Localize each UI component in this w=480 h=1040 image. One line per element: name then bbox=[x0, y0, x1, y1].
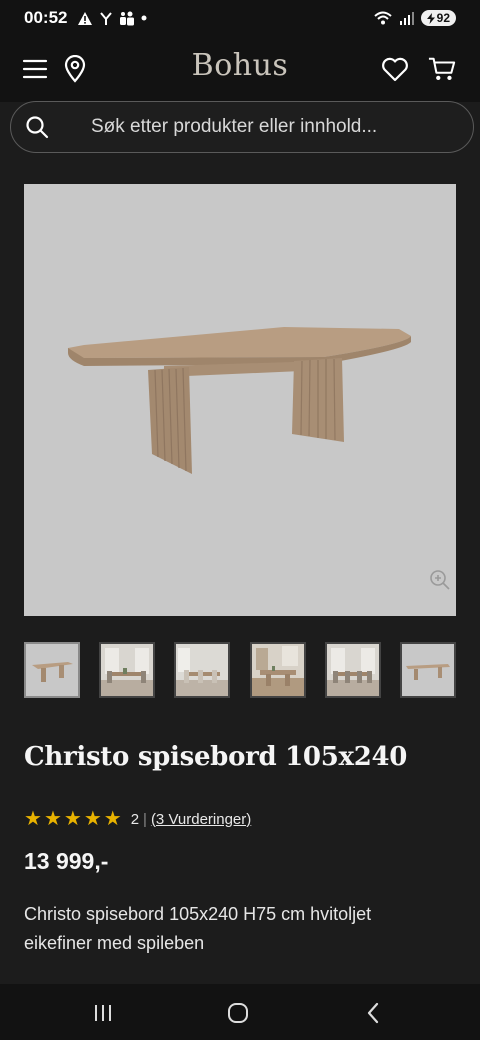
star-icon: ★ bbox=[103, 808, 122, 830]
star-rating: ★ ★ ★ ★ ★ bbox=[24, 809, 122, 829]
recent-apps-icon[interactable] bbox=[90, 1000, 116, 1026]
home-icon[interactable] bbox=[225, 1000, 251, 1026]
star-icon: ★ bbox=[24, 808, 42, 830]
thumbnail-6[interactable] bbox=[399, 642, 456, 698]
star-icon: ★ bbox=[83, 808, 102, 830]
heart-icon[interactable] bbox=[381, 55, 409, 83]
product-main-image[interactable] bbox=[24, 184, 456, 616]
star-icon: ★ bbox=[43, 808, 62, 830]
search-icon[interactable] bbox=[25, 115, 49, 139]
search-bar[interactable] bbox=[10, 101, 474, 153]
zoom-icon[interactable] bbox=[428, 568, 452, 592]
thumbnail-4[interactable] bbox=[249, 642, 306, 698]
teams-icon bbox=[120, 11, 135, 25]
antenna-icon bbox=[100, 11, 113, 25]
cart-icon[interactable] bbox=[428, 55, 456, 83]
notification-icons bbox=[77, 11, 147, 26]
status-bar: 00:52 92 bbox=[0, 0, 480, 36]
reviews-link[interactable]: (3 Vurderinger) bbox=[151, 811, 251, 828]
system-nav-bar bbox=[0, 984, 480, 1040]
thumbnail-5[interactable] bbox=[324, 642, 381, 698]
signal-icon bbox=[399, 12, 414, 25]
battery-level: 92 bbox=[436, 11, 450, 25]
product-description: Christo spisebord 105x240 H75 cm hvitolj… bbox=[24, 904, 372, 953]
thumbnail-3[interactable] bbox=[174, 642, 231, 698]
search-input[interactable] bbox=[91, 116, 451, 138]
rating-separator: | bbox=[143, 810, 147, 828]
warning-icon bbox=[78, 11, 93, 25]
status-right: 92 bbox=[373, 10, 456, 26]
product-price: 13 999,- bbox=[24, 848, 109, 874]
table-illustration bbox=[67, 327, 411, 474]
rating-row: ★ ★ ★ ★ ★ 2 | (3 Vurderinger) bbox=[24, 809, 251, 829]
thumbnail-strip bbox=[24, 642, 456, 698]
product-title: Christo spisebord 105x240 bbox=[24, 742, 408, 772]
star-icon: ★ bbox=[63, 808, 82, 830]
app-header: Bohus bbox=[0, 36, 480, 102]
thumbnail-1[interactable] bbox=[24, 642, 80, 698]
battery-indicator: 92 bbox=[420, 10, 456, 26]
back-icon[interactable] bbox=[360, 1000, 386, 1026]
dot-icon bbox=[141, 15, 147, 21]
charging-icon bbox=[426, 12, 435, 24]
thumbnail-2[interactable] bbox=[99, 642, 156, 698]
wifi-icon bbox=[373, 11, 392, 25]
rating-count: 2 bbox=[130, 810, 140, 828]
status-time: 00:52 bbox=[24, 8, 68, 27]
